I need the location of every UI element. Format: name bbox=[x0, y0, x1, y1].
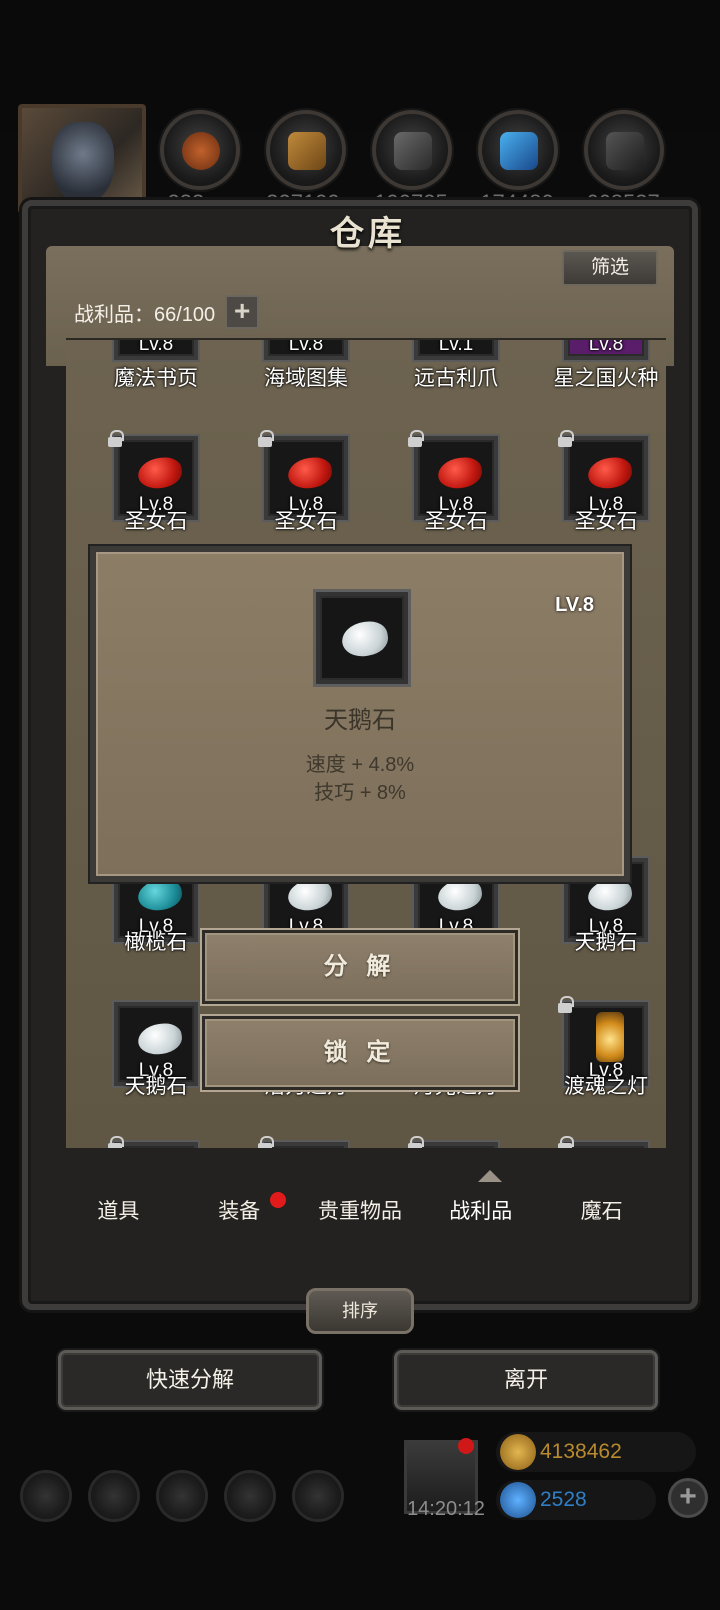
gem-value: 2528 bbox=[540, 1488, 587, 1511]
detail-item-slot bbox=[316, 592, 408, 684]
category-tabs: 道具 装备 贵重物品 战利品 魔石 bbox=[58, 1180, 662, 1244]
panel-title: 仓库 bbox=[330, 214, 406, 254]
gold-icon bbox=[500, 1434, 536, 1470]
capacity-label: 战利品：66/100 bbox=[74, 303, 216, 326]
lock-icon bbox=[408, 430, 424, 447]
item-level: Lv.8 bbox=[588, 338, 624, 355]
expand-capacity-button[interactable]: + bbox=[225, 295, 260, 329]
lock-icon bbox=[108, 1136, 124, 1148]
white-stone-icon bbox=[136, 1021, 184, 1057]
gold-display: 4138462 bbox=[496, 1432, 696, 1472]
red-stone-icon bbox=[586, 455, 634, 491]
teal-stone-icon bbox=[136, 877, 184, 913]
white-stone-icon bbox=[286, 877, 334, 913]
item-slot[interactable]: Lv.8 bbox=[264, 338, 348, 360]
tab-items[interactable]: 道具 bbox=[58, 1180, 179, 1244]
item-name: 圣女石 bbox=[274, 510, 338, 533]
item-name: 渡魂之灯 bbox=[564, 1075, 648, 1098]
white-stone-icon bbox=[586, 877, 634, 913]
item-slot[interactable]: Lv.8 bbox=[564, 338, 648, 360]
decompose-button[interactable]: 分 解 bbox=[202, 930, 518, 1004]
map-icon[interactable] bbox=[156, 1470, 208, 1522]
item-name: 海域图集 bbox=[264, 367, 348, 390]
tab-valuables[interactable]: 贵重物品 bbox=[300, 1180, 421, 1244]
detail-stat-speed: 速度 + 4.8% bbox=[305, 754, 415, 776]
item-slot[interactable]: Lv.1 bbox=[414, 338, 498, 360]
red-stone-icon bbox=[136, 455, 184, 491]
item-slot[interactable] bbox=[408, 1136, 498, 1148]
item-name: 圣女石 bbox=[424, 510, 488, 533]
lantern-icon bbox=[596, 1012, 624, 1062]
gold-value: 4138462 bbox=[540, 1440, 622, 1463]
lock-icon bbox=[258, 430, 274, 447]
item-slot[interactable]: Lv.8 bbox=[114, 338, 198, 360]
quick-decompose-button[interactable]: 快速分解 bbox=[58, 1350, 322, 1410]
leave-button[interactable]: 离开 bbox=[394, 1350, 658, 1410]
lock-icon bbox=[558, 430, 574, 447]
detail-level: LV.8 bbox=[555, 594, 594, 616]
white-stone-icon bbox=[436, 877, 484, 913]
ore-icon[interactable] bbox=[584, 110, 664, 190]
wood-icon[interactable] bbox=[266, 110, 346, 190]
item-name: 圣女石 bbox=[124, 510, 188, 533]
gem-display: 2528 bbox=[496, 1480, 656, 1520]
star-icon[interactable] bbox=[88, 1470, 140, 1522]
lock-icon bbox=[258, 1136, 274, 1148]
detail-stat-skill: 技巧 + 8% bbox=[314, 782, 406, 804]
capacity-row: 战利品：66/100 + bbox=[74, 294, 260, 330]
item-level: Lv.8 bbox=[288, 338, 324, 355]
item-name: 圣女石 bbox=[574, 510, 638, 533]
leather-icon[interactable] bbox=[160, 110, 240, 190]
avatar-face bbox=[52, 122, 114, 202]
iron-icon[interactable] bbox=[372, 110, 452, 190]
add-currency-button[interactable]: + bbox=[668, 1478, 708, 1518]
red-stone-icon bbox=[286, 455, 334, 491]
item-name: 星之国火种 bbox=[553, 367, 659, 390]
item-name: 魔法书页 bbox=[114, 367, 198, 390]
lock-icon bbox=[558, 996, 574, 1013]
item-slot[interactable] bbox=[558, 1136, 648, 1148]
tab-magic-stone[interactable]: 魔石 bbox=[541, 1180, 662, 1244]
tab-equipment[interactable]: 装备 bbox=[179, 1180, 300, 1244]
dice-icon[interactable] bbox=[292, 1470, 344, 1522]
red-stone-icon bbox=[436, 455, 484, 491]
item-detail-popup: LV.8 天鹅石 速度 + 4.8% 技巧 + 8% bbox=[90, 546, 630, 882]
gem-icon bbox=[500, 1482, 536, 1518]
player-avatar[interactable] bbox=[18, 104, 146, 214]
lock-icon bbox=[108, 430, 124, 447]
crystal-icon[interactable] bbox=[478, 110, 558, 190]
gift-notification-dot bbox=[458, 1438, 474, 1454]
lock-button[interactable]: 锁 定 bbox=[202, 1016, 518, 1090]
item-name: 天鹅石 bbox=[574, 931, 638, 954]
item-slot[interactable] bbox=[258, 1136, 348, 1148]
detail-item-name: 天鹅石 bbox=[324, 707, 396, 734]
notification-dot bbox=[270, 1192, 286, 1208]
item-level: Lv.8 bbox=[138, 338, 174, 355]
panel-title-frame: 仓库 bbox=[218, 206, 518, 276]
clock: 14:20:12 bbox=[407, 1498, 485, 1520]
lock-icon bbox=[408, 1136, 424, 1148]
white-stone-icon bbox=[339, 618, 391, 660]
tab-loot[interactable]: 战利品 bbox=[420, 1180, 541, 1244]
lock-icon bbox=[558, 1136, 574, 1148]
item-level: Lv.1 bbox=[438, 338, 474, 355]
item-name: 远古利爪 bbox=[414, 367, 498, 390]
mail-icon[interactable] bbox=[224, 1470, 276, 1522]
settings-icon[interactable] bbox=[20, 1470, 72, 1522]
item-slot[interactable] bbox=[108, 1136, 198, 1148]
sort-button[interactable]: 排序 bbox=[306, 1288, 414, 1334]
filter-button[interactable]: 筛选 bbox=[562, 250, 658, 286]
